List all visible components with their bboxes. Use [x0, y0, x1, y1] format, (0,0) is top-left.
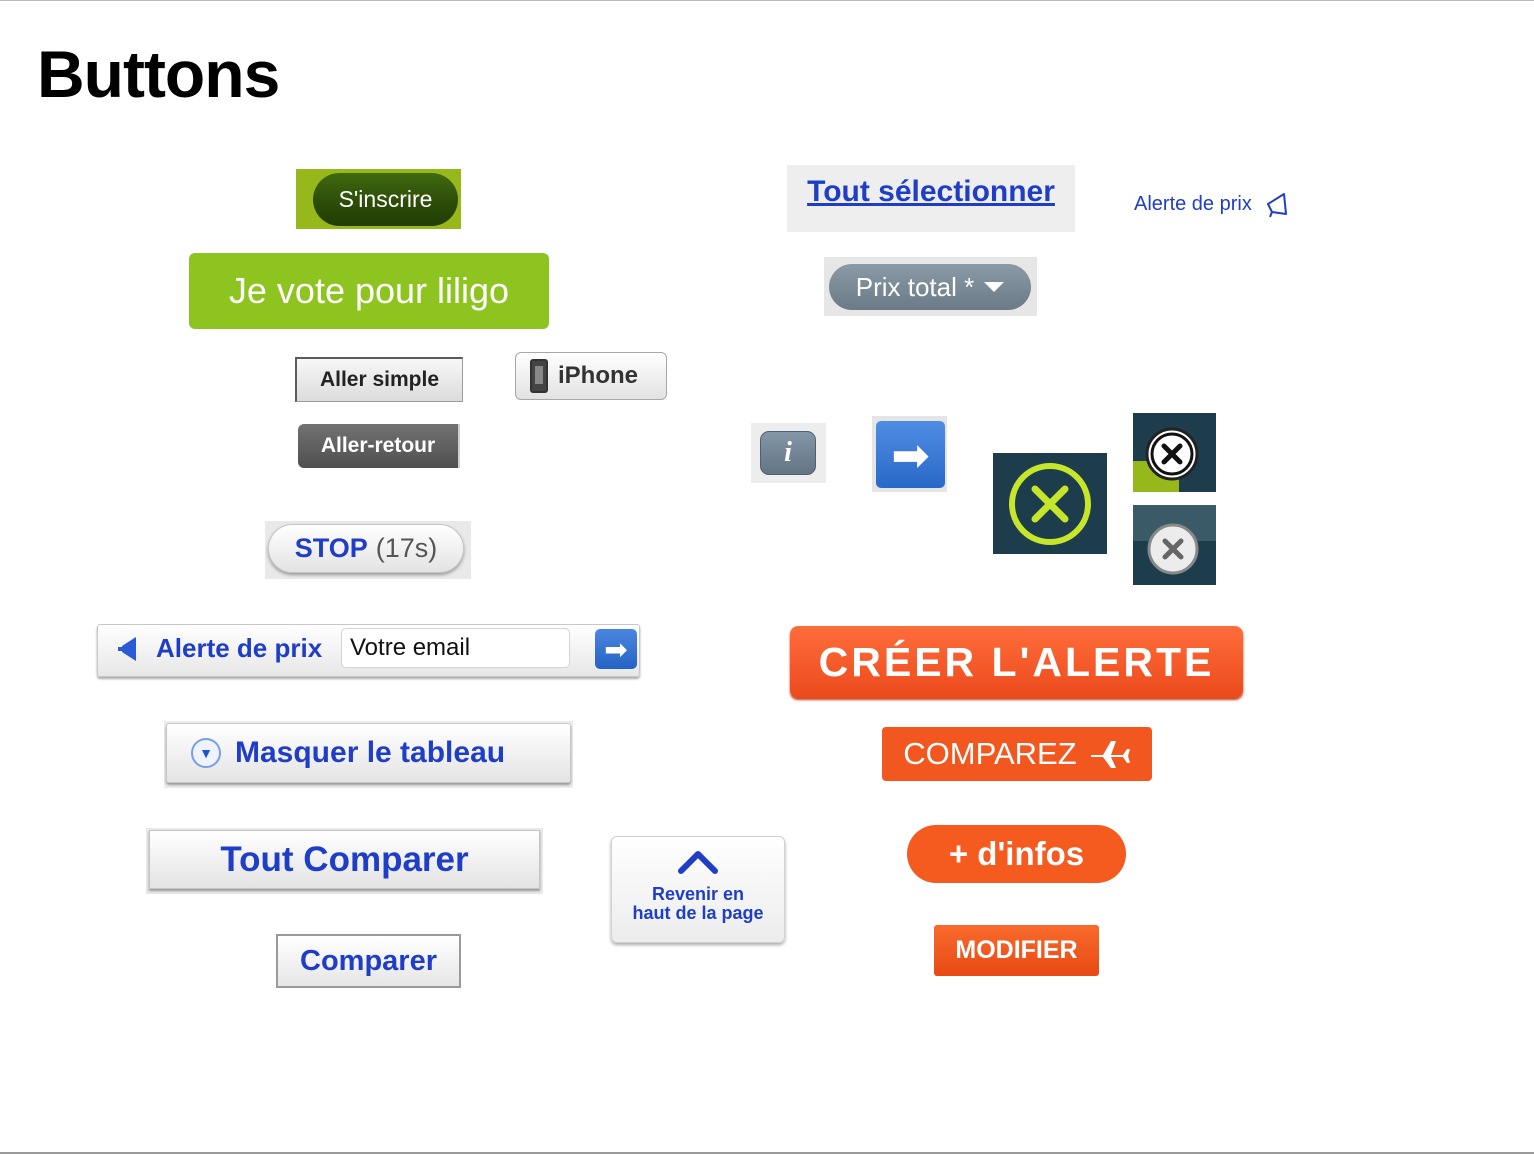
chevron-down-icon: ▼ [191, 738, 221, 768]
aller-simple-button[interactable]: Aller simple [295, 357, 463, 402]
compare-all-button[interactable]: Tout Comparer [149, 830, 540, 889]
bell-icon [118, 634, 144, 664]
hide-table-button[interactable]: ▼ Masquer le tableau [166, 723, 571, 783]
total-price-label: Prix total * [855, 271, 975, 302]
close-button-large[interactable] [993, 453, 1107, 554]
close-icon [1145, 427, 1199, 481]
info-button[interactable]: i [760, 431, 816, 475]
total-price-dropdown[interactable]: Prix total * [829, 264, 1031, 310]
compare-button[interactable]: Comparer [276, 934, 461, 988]
create-alert-button[interactable]: CRÉER L'ALERTE [790, 626, 1243, 698]
vote-liligo-button[interactable]: Je vote pour liligo [189, 253, 549, 329]
sinscrire-button[interactable]: S'inscrire [313, 173, 458, 226]
email-field[interactable] [341, 628, 570, 668]
compare-flights-label: COMPAREZ [903, 736, 1077, 771]
close-button-disabled[interactable] [1133, 505, 1216, 585]
back-to-top-label: Revenir en haut de la page [632, 884, 764, 923]
stop-countdown: (17s) [375, 533, 438, 563]
caret-down-icon [984, 282, 1005, 292]
compare-flights-button[interactable]: COMPAREZ [882, 727, 1152, 781]
iphone-label: iPhone [558, 362, 639, 389]
aller-retour-button[interactable]: Aller-retour [298, 424, 460, 468]
page-title: Buttons [37, 37, 280, 111]
hide-table-label: Masquer le tableau [235, 736, 506, 769]
arrow-right-icon: ➡ [891, 428, 930, 481]
modify-button[interactable]: MODIFIER [934, 925, 1099, 976]
chevron-up-icon [677, 847, 719, 875]
phone-icon [530, 359, 548, 393]
select-all-link[interactable]: Tout sélectionner [787, 175, 1075, 209]
price-alert-link[interactable]: Alerte de prix [1134, 193, 1252, 216]
price-alert-label: Alerte de prix [156, 633, 323, 663]
stop-button[interactable]: STOP (17s) [268, 524, 464, 573]
close-button-small[interactable] [1133, 413, 1216, 492]
bell-outline-icon [1264, 190, 1292, 220]
plane-icon [1090, 741, 1130, 768]
submit-alert-button[interactable]: ➡ [595, 629, 637, 669]
stop-label: STOP [294, 533, 368, 563]
info-icon: i [784, 437, 792, 468]
close-icon [1009, 462, 1091, 545]
arrow-right-icon: ➡ [604, 633, 628, 665]
close-icon [1147, 523, 1199, 575]
iphone-button[interactable]: iPhone [515, 352, 667, 400]
next-arrow-button[interactable]: ➡ [876, 421, 945, 488]
more-info-button[interactable]: + d'infos [907, 825, 1126, 883]
top-rule [0, 0, 1534, 1]
